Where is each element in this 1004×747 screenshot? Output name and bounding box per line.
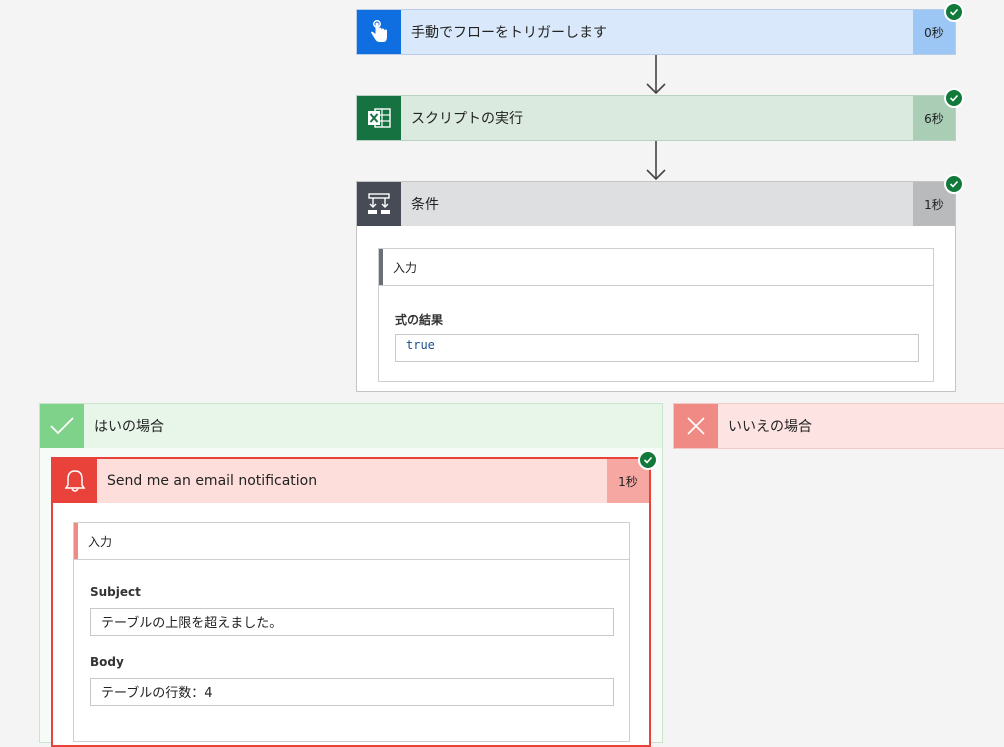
condition-inputs-section: 入力 式の結果 true	[378, 248, 934, 382]
expression-result-label: 式の結果	[395, 313, 444, 327]
subject-value: テーブルの上限を超えました。	[90, 608, 614, 636]
success-check-icon	[638, 450, 658, 470]
bell-icon	[53, 459, 97, 503]
email-notification-card[interactable]: Send me an email notification 1秒 入力 Subj…	[51, 457, 651, 747]
close-icon	[674, 404, 718, 448]
success-check-icon	[944, 88, 964, 108]
expression-result-value: true	[395, 334, 919, 362]
excel-icon	[357, 96, 401, 140]
condition-icon	[357, 182, 401, 226]
trigger-card[interactable]: 手動でフローをトリガーします 0秒	[356, 9, 956, 55]
success-check-icon	[944, 174, 964, 194]
flow-arrow-icon	[646, 55, 666, 95]
condition-title: 条件	[411, 197, 439, 213]
touch-icon	[357, 10, 401, 54]
success-check-icon	[944, 2, 964, 22]
no-branch-title: いいえの場合	[728, 419, 812, 435]
email-notification-title: Send me an email notification	[107, 473, 318, 489]
body-label: Body	[90, 655, 124, 669]
yes-branch-header[interactable]: はいの場合	[40, 404, 662, 448]
notification-inputs-header[interactable]: 入力	[74, 523, 629, 560]
yes-branch-title: はいの場合	[94, 419, 164, 435]
trigger-title: 手動でフローをトリガーします	[411, 25, 607, 41]
subject-label: Subject	[90, 585, 141, 599]
run-script-card[interactable]: スクリプトの実行 6秒	[356, 95, 956, 141]
condition-card[interactable]: 条件 1秒 入力 式の結果 true	[356, 181, 956, 392]
run-script-title: スクリプトの実行	[411, 111, 523, 127]
condition-inputs-header[interactable]: 入力	[379, 249, 933, 286]
notification-inputs-section: 入力 Subject テーブルの上限を超えました。 Body テーブルの行数：4	[73, 522, 630, 742]
flow-arrow-icon	[646, 141, 666, 181]
check-icon	[40, 404, 84, 448]
body-value: テーブルの行数：4	[90, 678, 614, 706]
no-branch[interactable]: いいえの場合	[673, 403, 1004, 449]
